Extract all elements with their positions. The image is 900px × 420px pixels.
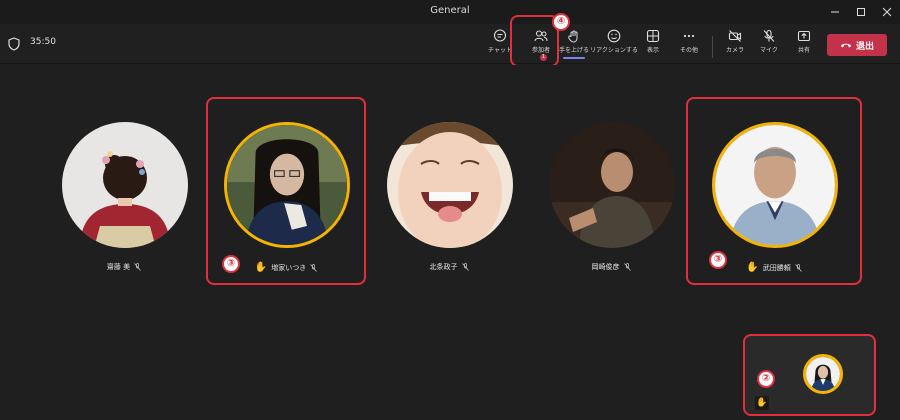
camera-off-icon	[728, 30, 742, 42]
participant-tile[interactable]: 岡崎俊彦	[531, 122, 691, 307]
raise-hand-button[interactable]: 手を上げる	[556, 29, 592, 61]
maximize-icon	[857, 8, 865, 16]
mic-off-icon	[461, 263, 469, 271]
annotation-marker-3: ③	[709, 251, 727, 269]
more-button[interactable]: その他	[676, 29, 702, 61]
close-window-button[interactable]	[875, 3, 899, 21]
shield-icon	[8, 37, 20, 51]
view-button[interactable]: 表示	[641, 29, 665, 61]
toolbar-divider	[712, 36, 713, 58]
mic-off-icon	[134, 263, 141, 271]
mic-off-icon	[763, 29, 775, 42]
participant-name: 齋藤 美	[106, 263, 131, 271]
annotation-marker-4: ④	[552, 13, 570, 31]
hand-icon	[568, 30, 578, 43]
share-label: 共有	[797, 47, 810, 54]
participant-namebar: 齋藤 美	[44, 262, 204, 272]
reactions-label: リアクションする	[590, 47, 638, 54]
active-indicator	[563, 57, 585, 59]
smiley-icon	[607, 29, 621, 43]
window-title: General	[430, 5, 470, 16]
participant-photo	[387, 122, 513, 248]
mic-label: マイク	[760, 47, 778, 54]
chat-button[interactable]: チャット	[488, 29, 512, 61]
raise-hand-label: 手を上げる	[558, 47, 589, 54]
grid-icon	[646, 29, 660, 43]
participant-photo	[549, 122, 675, 248]
camera-button[interactable]: カメラ	[722, 29, 748, 61]
participant-tile[interactable]: 北条政子	[369, 122, 529, 307]
close-icon	[882, 7, 892, 17]
mic-off-icon	[623, 263, 631, 271]
share-icon	[797, 30, 811, 42]
hang-up-icon	[840, 43, 851, 48]
participant-photo	[62, 122, 188, 248]
participant-name: 北条政子	[429, 263, 458, 271]
minimize-icon	[831, 11, 839, 13]
participant-tile[interactable]: 齋藤 美	[44, 122, 204, 307]
more-dots-icon	[683, 34, 695, 38]
meeting-timer: 35:50	[30, 37, 56, 47]
mic-button[interactable]: マイク	[756, 29, 782, 61]
more-label: その他	[679, 47, 698, 54]
annotation-marker-3: ③	[222, 255, 240, 273]
title-bar: General	[0, 0, 900, 24]
share-button[interactable]: 共有	[792, 29, 816, 61]
maximize-button[interactable]	[849, 3, 873, 21]
annotation-marker-2: ②	[757, 370, 775, 388]
camera-label: カメラ	[725, 47, 744, 54]
participant-namebar: 北条政子	[369, 262, 529, 272]
leave-label: 退出	[855, 41, 874, 52]
view-label: 表示	[646, 47, 659, 54]
participant-namebar: 岡崎俊彦	[531, 262, 691, 272]
chat-label: チャット	[488, 47, 512, 54]
participant-avatar	[387, 122, 513, 248]
reactions-button[interactable]: リアクションする	[590, 29, 638, 61]
participant-avatar	[62, 122, 188, 248]
meeting-toolbar: 35:50 チャット 参加者 1 手を上げる リアクションする 表示 その他 カ…	[0, 24, 900, 64]
participant-avatar	[549, 122, 675, 248]
chat-icon	[493, 29, 507, 42]
minimize-button[interactable]	[823, 3, 847, 21]
participant-name: 岡崎俊彦	[591, 263, 620, 271]
leave-button[interactable]: 退出	[827, 34, 887, 56]
